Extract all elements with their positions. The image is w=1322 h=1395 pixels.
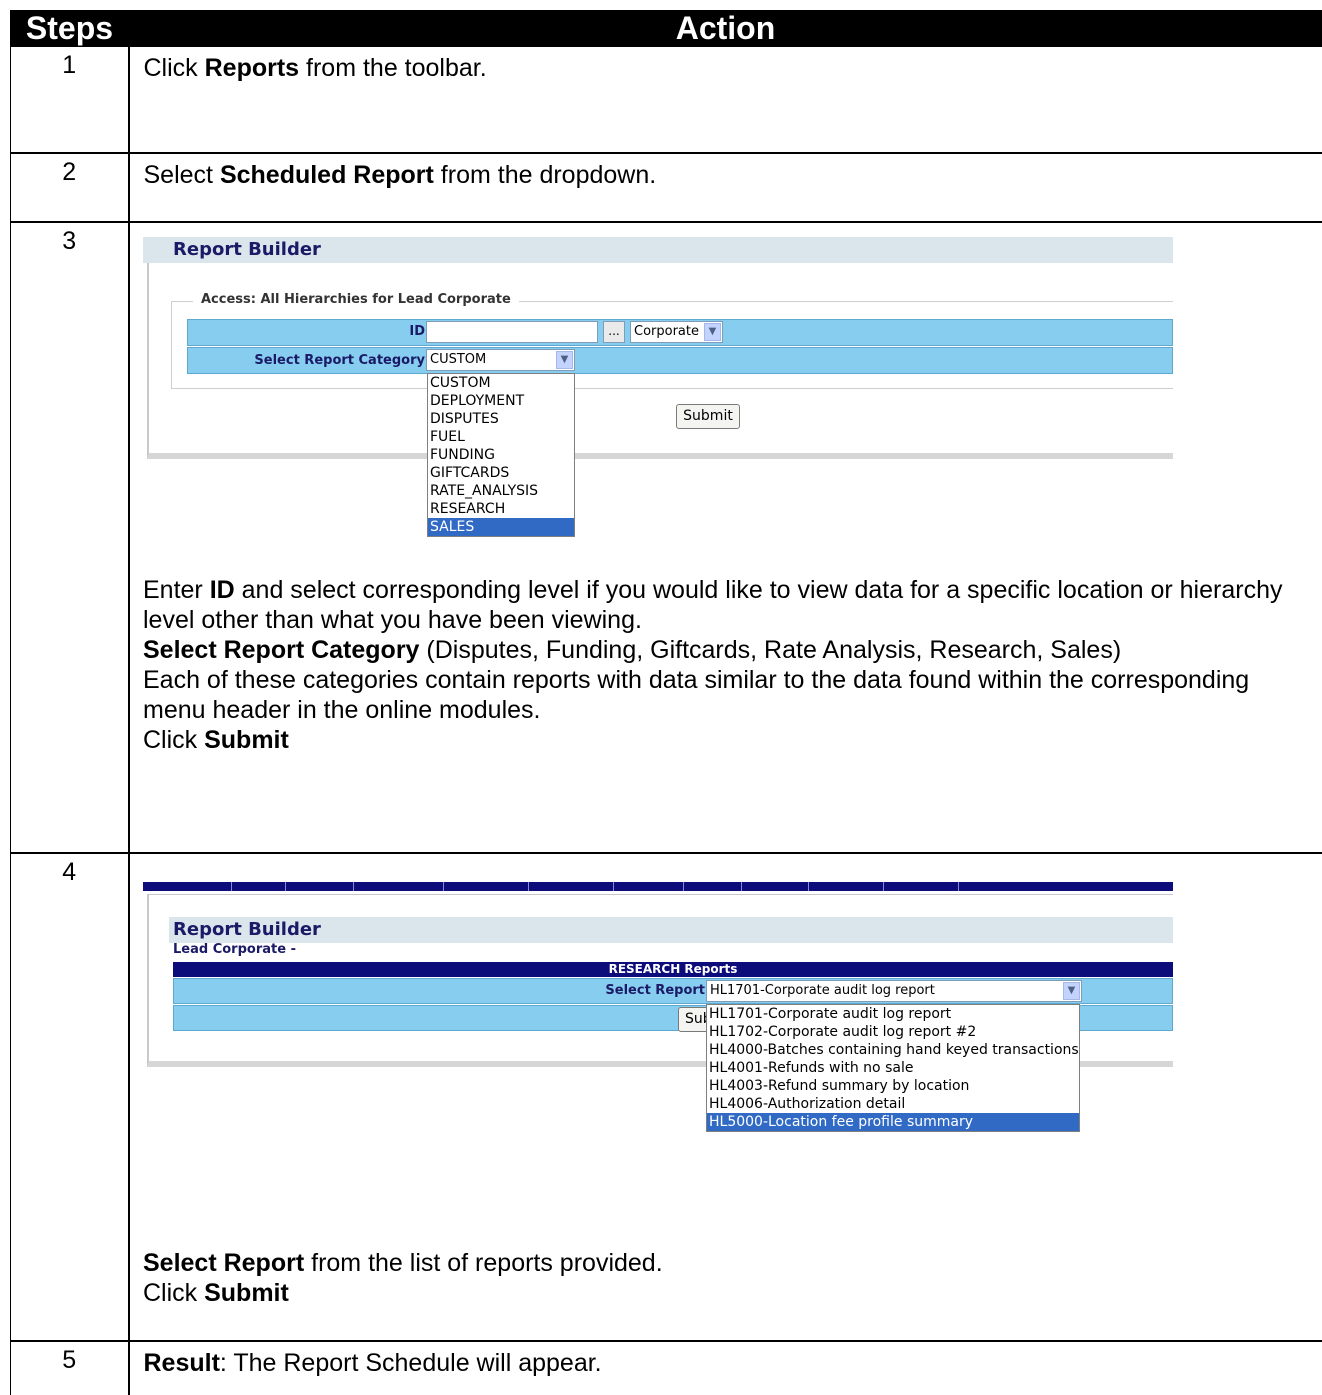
instruction-line: Click Submit [143,725,1313,755]
dropdown-option[interactable]: GIFTCARDS [428,464,574,482]
text: Click [143,1279,204,1307]
report-select[interactable]: HL1701-Corporate audit log report ▼ [706,980,1082,1002]
dropdown-option[interactable]: DEPLOYMENT [428,392,574,410]
level-select[interactable]: Corporate ▼ [630,321,723,343]
step-action: Click Reports from the toolbar. [129,47,1322,153]
nav-bar [143,882,1173,891]
action-text: Select [144,161,220,189]
table-row: 2 Select Scheduled Report from the dropd… [11,153,1322,222]
dropdown-option[interactable]: HL4000-Batches containing hand keyed tra… [707,1041,1079,1059]
dropdown-option[interactable]: HL4003-Refund summary by location [707,1077,1079,1095]
dropdown-option[interactable]: HL4006-Authorization detail [707,1095,1079,1113]
dropdown-option[interactable]: HL4001-Refunds with no sale [707,1059,1079,1077]
dropdown-option[interactable]: RESEARCH [428,500,574,518]
action-text: : The Report Schedule will appear. [220,1349,602,1377]
report-builder-screenshot: Report Builder Access: All Hierarchies f… [143,237,1173,459]
action-text: from the dropdown. [434,161,656,189]
instruction-line: Each of these categories contain reports… [143,665,1313,725]
text-bold: Submit [204,726,289,754]
step-number: 1 [11,47,129,153]
chevron-down-icon: ▼ [704,323,721,341]
dropdown-option[interactable]: HL5000-Location fee profile summary [707,1113,1079,1131]
step-number: 4 [11,853,129,1341]
text: (Disputes, Funding, Giftcards, Rate Anal… [419,636,1121,664]
header-action: Action [129,10,1322,47]
access-legend: Access: All Hierarchies for Lead Corpora… [193,292,519,307]
dropdown-option[interactable]: FUNDING [428,446,574,464]
select-report-label: Select Report [443,983,705,998]
chevron-down-icon: ▼ [556,351,573,369]
instruction-line: Select Report Category (Disputes, Fundin… [143,635,1313,665]
step3-instructions: Enter ID and select corresponding level … [143,575,1313,755]
hierarchy-label: Lead Corporate - [173,942,296,957]
text: from the list of reports provided. [304,1249,662,1277]
category-label: Select Report Category [203,353,425,368]
action-bold: Result [144,1349,220,1377]
step-action: Select Scheduled Report from the dropdow… [129,153,1322,222]
report-builder-title: Report Builder [143,237,1173,263]
table-row: 1 Click Reports from the toolbar. [11,47,1322,153]
dropdown-option[interactable]: SALES [428,518,574,536]
text: Enter [143,576,210,604]
category-select[interactable]: CUSTOM ▼ [426,349,575,371]
text: Click [143,726,204,754]
submit-button[interactable]: Submit [676,404,740,429]
lookup-button[interactable]: ... [603,321,625,343]
report-select-value: HL1701-Corporate audit log report [710,983,935,998]
instruction-line: Click Submit [143,1278,1313,1308]
step-number: 5 [11,1341,129,1395]
dropdown-option[interactable]: HL1701-Corporate audit log report [707,1005,1079,1023]
table-row: 5 Result: The Report Schedule will appea… [11,1341,1322,1395]
text-bold: ID [210,576,235,604]
dropdown-option[interactable]: DISPUTES [428,410,574,428]
action-text: from the toolbar. [299,54,487,82]
step-action: Result: The Report Schedule will appear. [129,1341,1322,1395]
header-steps: Steps [11,10,129,47]
action-text: Click [144,54,205,82]
report-dropdown-list[interactable]: HL1701-Corporate audit log reportHL1702-… [706,1004,1080,1132]
id-input[interactable] [426,321,598,343]
step-number: 2 [11,153,129,222]
dropdown-option[interactable]: HL1702-Corporate audit log report #2 [707,1023,1079,1041]
action-bold: Reports [205,54,299,82]
research-reports-screenshot: Report Builder Lead Corporate - RESEARCH… [143,882,1173,1067]
chevron-down-icon: ▼ [1063,982,1080,1000]
text: and select corresponding level if you wo… [143,576,1282,634]
step4-instructions: Select Report from the list of reports p… [143,1248,1313,1308]
text-bold: Submit [204,1279,289,1307]
category-select-value: CUSTOM [430,352,486,367]
text-bold: Select Report Category [143,636,419,664]
dropdown-option[interactable]: CUSTOM [428,374,574,392]
step-number: 3 [11,222,129,853]
action-bold: Scheduled Report [220,161,434,189]
instruction-line: Select Report from the list of reports p… [143,1248,1313,1278]
dropdown-option[interactable]: RATE_ANALYSIS [428,482,574,500]
research-reports-header: RESEARCH Reports [173,962,1173,977]
level-select-value: Corporate [634,324,699,339]
id-label: ID [203,324,425,339]
dropdown-option[interactable]: FUEL [428,428,574,446]
report-builder-title: Report Builder [169,917,1173,943]
text-bold: Select Report [143,1249,304,1277]
instruction-line: Enter ID and select corresponding level … [143,575,1313,635]
category-dropdown-list[interactable]: CUSTOMDEPLOYMENTDISPUTESFUELFUNDINGGIFTC… [427,373,575,537]
